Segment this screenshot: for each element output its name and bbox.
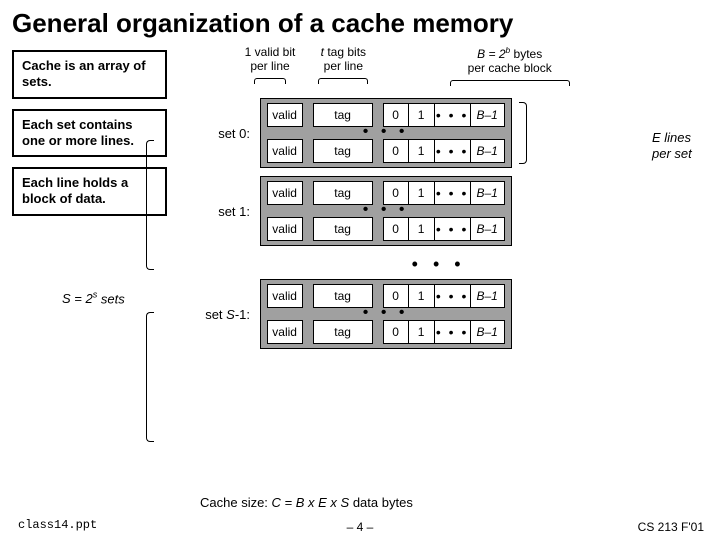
description-boxes: Cache is an array of sets. Each set cont… (12, 50, 167, 226)
cache-diagram: set 0: valid tag 0 1 • • • B–1 • • • val… (200, 98, 527, 357)
valid-bit-label: 1 valid bit per line (235, 46, 305, 87)
set-label-last: set S-1: (200, 307, 250, 322)
e-brace-icon (519, 102, 527, 164)
footer-course: CS 213 F'01 (638, 520, 704, 534)
footer-page-number: – 4 – (0, 520, 720, 534)
lines-per-set-label: E lines per set (652, 130, 712, 161)
slide-footer: class14.ppt – 4 – CS 213 F'01 (0, 518, 720, 534)
cache-line: valid tag 0 1 • • • B–1 (267, 217, 505, 241)
line-ellipsis: • • • (267, 127, 505, 139)
cache-line: valid tag 0 1 • • • B–1 (267, 320, 505, 344)
set-block: valid tag 0 1 • • • B–1 • • • valid tag … (260, 279, 512, 349)
info-box-2: Each set contains one or more lines. (12, 109, 167, 158)
set-ellipsis: • • • (350, 254, 527, 275)
cache-line: valid tag 0 1 • • • B–1 (267, 139, 505, 163)
set-block: valid tag 0 1 • • • B–1 • • • valid tag … (260, 98, 512, 168)
set-block: valid tag 0 1 • • • B–1 • • • valid tag … (260, 176, 512, 246)
set-row: set 1: valid tag 0 1 • • • B–1 • • • val… (200, 176, 527, 246)
cache-size-formula: Cache size: C = B x E x S data bytes (200, 495, 413, 510)
set-label-0: set 0: (200, 126, 250, 141)
valid-cell: valid (267, 103, 303, 127)
info-box-1: Cache is an array of sets. (12, 50, 167, 99)
info-box-3: Each line holds a block of data. (12, 167, 167, 216)
set-row: set S-1: valid tag 0 1 • • • B–1 • • • v… (200, 279, 527, 349)
column-header-labels: 1 valid bit per line t tag bits per line… (235, 46, 610, 89)
page-title: General organization of a cache memory (12, 8, 708, 39)
set-label-1: set 1: (200, 204, 250, 219)
footer-filename: class14.ppt (18, 518, 97, 532)
tag-bits-label: t tag bits per line (308, 46, 378, 87)
set-row: set 0: valid tag 0 1 • • • B–1 • • • val… (200, 98, 527, 168)
block-bytes-label: B = 2b bytes per cache block (410, 46, 610, 89)
sets-count-label: S = 2s sets (62, 290, 125, 306)
